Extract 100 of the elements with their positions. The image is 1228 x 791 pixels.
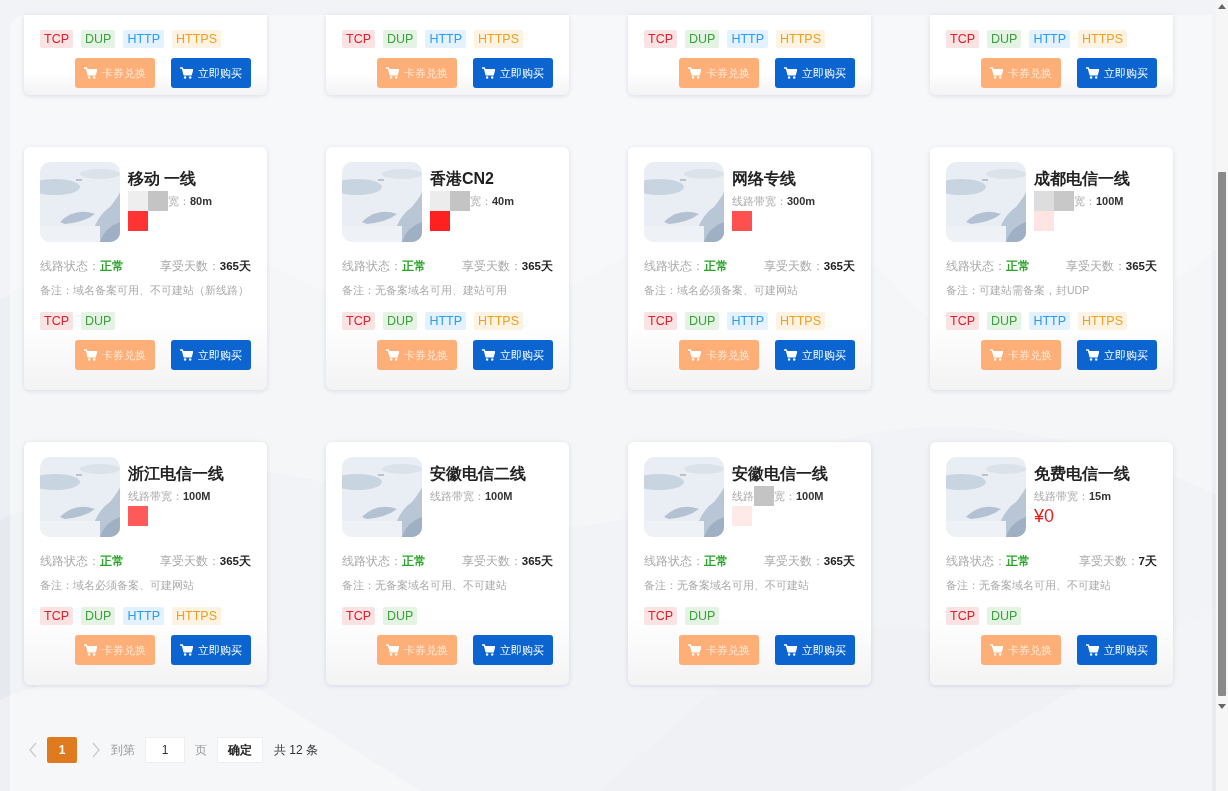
protocol-tag: HTTP (123, 30, 165, 48)
bandwidth-label: 线路带宽： (1034, 488, 1089, 504)
scrollbar[interactable] (1216, 0, 1228, 791)
buy-button[interactable]: 立即购买 (473, 58, 553, 88)
days-label: 享受天数： (1065, 260, 1126, 272)
page-input[interactable]: 1 (145, 737, 185, 763)
buy-button[interactable]: 立即购买 (171, 58, 251, 88)
scrollbar-thumb[interactable] (1218, 172, 1226, 696)
bandwidth-label: 宽： (470, 193, 492, 209)
buy-button[interactable]: 立即购买 (171, 635, 251, 665)
cart-icon (84, 67, 97, 79)
note-text: 备注：域名备案可用、不可建站（新线路） (40, 283, 250, 298)
protocol-tag: DUP (987, 607, 1022, 625)
status-value: 正常 (402, 555, 426, 567)
bandwidth-value: 300m (787, 193, 816, 209)
status-label: 线路状态： (342, 260, 402, 272)
note-text: 备注：域名必须备案、可建网站 (40, 578, 195, 593)
protocol-tag: HTTPS (474, 312, 524, 330)
note-text: 备注：可建站需备案，封UDP (946, 283, 1091, 298)
days-value: 365天 (219, 555, 251, 567)
page-button[interactable]: 1 (47, 737, 77, 763)
protocol-tag: HTTP (425, 312, 467, 330)
cart-icon (84, 644, 97, 656)
bandwidth-value: 15m (1089, 488, 1112, 504)
page-unit-label: 页 (195, 742, 207, 759)
product-title: 香港CN2 (430, 169, 495, 189)
protocol-tag: TCP (40, 607, 73, 625)
note-text: 备注：域名必须备案、可建网站 (644, 283, 799, 298)
status-value: 正常 (704, 260, 728, 272)
protocol-tag: DUP (685, 30, 720, 48)
cart-icon (990, 644, 1003, 656)
cart-icon (1086, 349, 1099, 361)
protocol-tag: HTTPS (776, 312, 826, 330)
protocol-tag: TCP (342, 30, 375, 48)
bandwidth-label: 线路 (732, 488, 754, 504)
buy-button[interactable]: 立即购买 (775, 340, 855, 370)
protocol-tag: DUP (383, 312, 418, 330)
protocol-tag: DUP (81, 312, 116, 330)
protocol-tag: TCP (40, 312, 73, 330)
scroll-up-icon[interactable] (1218, 3, 1226, 9)
protocol-tag: TCP (342, 607, 375, 625)
protocol-tag: HTTPS (1078, 30, 1128, 48)
protocol-tag: DUP (81, 607, 116, 625)
bandwidth-value: 100M (796, 488, 824, 504)
protocol-tag: TCP (342, 312, 375, 330)
protocol-tag: TCP (40, 30, 73, 48)
protocol-tag: DUP (383, 30, 418, 48)
status-label: 线路状态： (946, 260, 1006, 272)
days-value: 365天 (823, 555, 855, 567)
note-text: 备注：无备案域名可用、不可建站 (946, 578, 1112, 593)
status-label: 线路状态： (40, 260, 100, 272)
buy-button[interactable]: 立即购买 (775, 58, 855, 88)
buy-button[interactable]: 立即购买 (473, 340, 553, 370)
cart-icon (688, 644, 701, 656)
days-value: 365天 (219, 260, 251, 272)
confirm-button[interactable]: 确定 (217, 737, 263, 763)
protocol-tag: HTTP (1029, 30, 1071, 48)
protocol-tag: TCP (946, 607, 979, 625)
cart-icon (688, 67, 701, 79)
protocol-tag: HTTP (727, 312, 769, 330)
protocol-tag: HTTP (727, 30, 769, 48)
days-label: 享受天数： (159, 555, 220, 567)
bandwidth-label: 线路带宽： (128, 488, 183, 504)
product-title: 浙江电信一线 (128, 464, 224, 484)
product-title: 安徽电信二线 (430, 464, 526, 484)
buy-button[interactable]: 立即购买 (1077, 635, 1157, 665)
buy-button[interactable]: 立即购买 (775, 635, 855, 665)
cart-icon (784, 349, 797, 361)
protocol-tag: HTTPS (1078, 312, 1128, 330)
bandwidth-label: 宽： (1074, 193, 1096, 209)
buy-button[interactable]: 立即购买 (171, 340, 251, 370)
buy-button[interactable]: 立即购买 (1077, 340, 1157, 370)
days-label: 享受天数： (763, 555, 824, 567)
status-label: 线路状态： (644, 555, 704, 567)
goto-label: 到第 (111, 742, 135, 759)
buy-button[interactable]: 立即购买 (1077, 58, 1157, 88)
bandwidth-label: 宽： (168, 193, 190, 209)
days-label: 享受天数： (461, 260, 522, 272)
protocol-tag: HTTPS (474, 30, 524, 48)
bandwidth-label: 线路带宽： (732, 193, 787, 209)
product-title: 移动 一线 (128, 169, 198, 189)
cart-icon (482, 67, 495, 79)
scroll-down-icon[interactable] (1218, 704, 1226, 710)
days-label: 享受天数： (159, 260, 220, 272)
status-value: 正常 (402, 260, 426, 272)
protocol-tag: TCP (946, 312, 979, 330)
cart-icon (386, 349, 399, 361)
protocol-tag: TCP (946, 30, 979, 48)
cart-icon (1086, 644, 1099, 656)
cart-icon (990, 67, 1003, 79)
cart-icon (688, 349, 701, 361)
status-label: 线路状态： (644, 260, 704, 272)
days-value: 365天 (1125, 260, 1157, 272)
cart-icon (84, 349, 97, 361)
status-value: 正常 (100, 555, 124, 567)
cart-icon (180, 67, 193, 79)
status-value: 正常 (1006, 555, 1030, 567)
buy-button[interactable]: 立即购买 (473, 635, 553, 665)
days-label: 享受天数： (763, 260, 824, 272)
bandwidth-label: 宽： (774, 488, 796, 504)
